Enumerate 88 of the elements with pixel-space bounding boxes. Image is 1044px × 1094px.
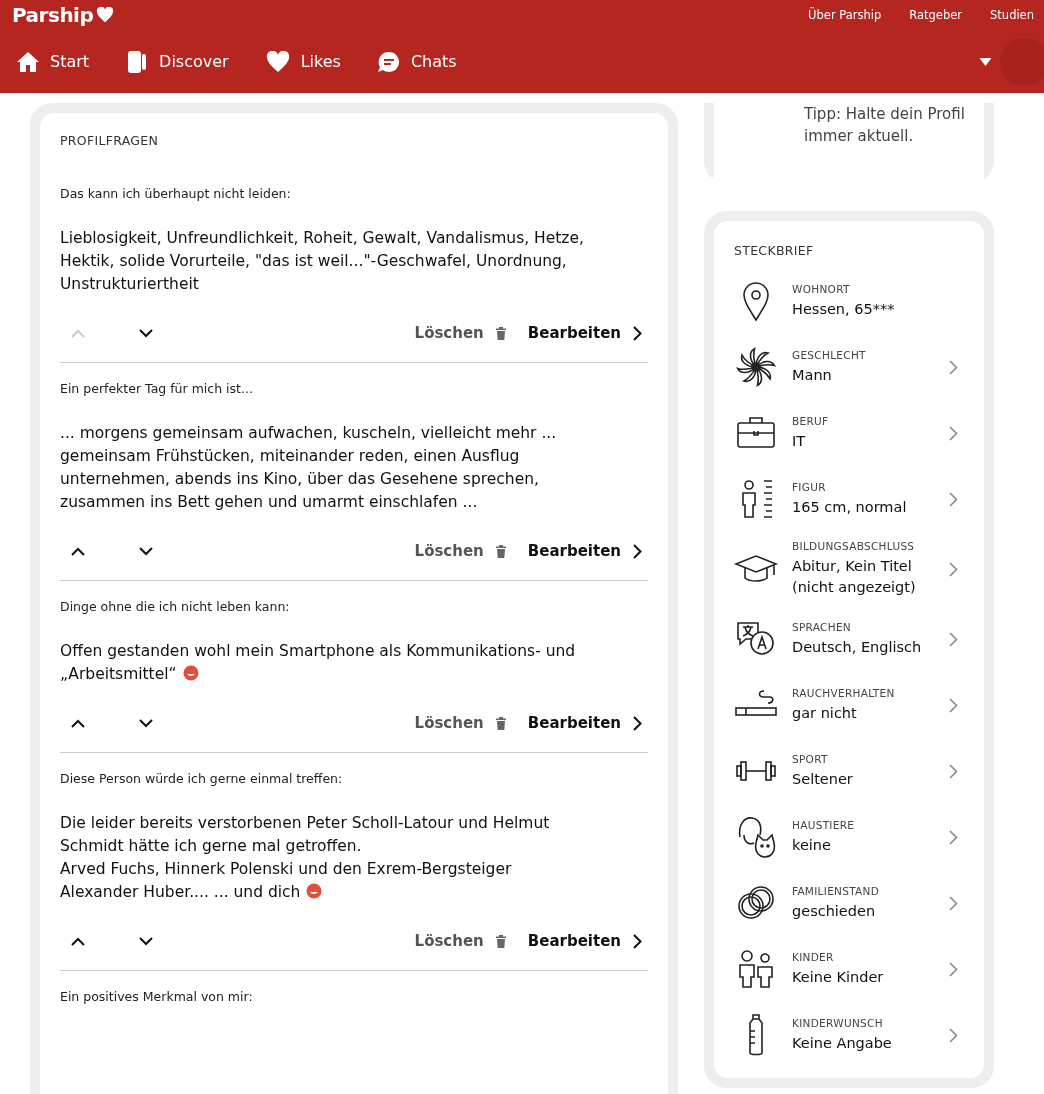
smiley-icon xyxy=(182,665,199,681)
edit-button[interactable]: Bearbeiten xyxy=(527,932,648,950)
edit-button[interactable]: Bearbeiten xyxy=(527,714,648,732)
fact-label: SPORT xyxy=(792,752,829,765)
home-icon xyxy=(16,49,40,74)
logo[interactable]: Parship xyxy=(12,3,94,27)
profile-fact-row[interactable]: SPRACHEN Deutsch, Englisch xyxy=(734,606,970,672)
profile-fact-row[interactable]: WOHNORT Hessen, 65*** xyxy=(734,268,970,334)
fact-value: Mann xyxy=(792,365,833,385)
delete-button[interactable]: Löschen xyxy=(414,324,506,342)
fact-value: Hessen, 65*** xyxy=(792,299,896,319)
fact-value: Abitur, Kein Titel (nicht angezeigt) xyxy=(792,557,917,597)
fact-value: Deutsch, Englisch xyxy=(792,637,923,657)
edit-button[interactable]: Bearbeiten xyxy=(527,324,648,342)
fact-label: HAUSTIERE xyxy=(792,818,856,831)
profile-fact-row[interactable]: SPORT Seltener xyxy=(734,738,970,804)
nav-item[interactable]: Start xyxy=(16,49,90,74)
fact-value: keine xyxy=(792,835,832,855)
fact-value: Seltener xyxy=(792,769,854,789)
fact-value: Keine Kinder xyxy=(792,967,885,987)
chevron-up-icon xyxy=(71,936,85,946)
section-title: STECKBRIEF xyxy=(734,243,815,258)
profile-fact-row[interactable]: KINDER Keine Kinder xyxy=(734,936,970,1002)
chevron-down-icon xyxy=(139,936,153,946)
question-label: Diese Person würde ich gerne einmal treffen: xyxy=(60,771,344,786)
fact-value: IT xyxy=(792,431,807,451)
fact-value: 165 cm, normal xyxy=(792,497,908,517)
fact-label: FIGUR xyxy=(792,480,827,493)
section-title: PROFILFRAGEN xyxy=(60,133,160,148)
smiley-icon xyxy=(306,883,323,899)
profile-fact-row[interactable]: FIGUR 165 cm, normal xyxy=(734,466,970,532)
delete-button[interactable]: Löschen xyxy=(414,932,506,950)
answer-text: Offen gestanden wohl mein Smartphone als Kommunikations- und „Arbeitsmittel“ xyxy=(60,641,577,685)
fact-value: gar nicht xyxy=(792,703,858,723)
profile-fact-row[interactable]: RAUCHVERHALTEN gar nicht xyxy=(734,672,970,738)
chat-icon xyxy=(376,49,401,74)
delete-button[interactable]: Löschen xyxy=(414,714,506,732)
nav-item[interactable]: Chats xyxy=(376,49,457,74)
profile-fact-row[interactable]: KINDERWUNSCH Keine Angabe xyxy=(734,1002,970,1068)
profile-fact-row[interactable]: BILDUNGSABSCHLUSS Abitur, Kein Titel (nicht angezeigt) xyxy=(734,532,970,606)
heart-icon xyxy=(264,50,291,73)
fact-value: geschieden xyxy=(792,901,877,921)
fact-label: FAMILIENSTAND xyxy=(792,884,881,897)
chevron-up-icon xyxy=(71,328,85,338)
delete-button[interactable]: Löschen xyxy=(414,542,506,560)
question-label: Ein perfekter Tag für mich ist... xyxy=(60,381,254,396)
fact-label: WOHNORT xyxy=(792,282,851,295)
profile-fact-row[interactable]: BERUF IT xyxy=(734,400,970,466)
tip-text: Tipp: Halte dein Profil immer aktuell. xyxy=(804,104,966,147)
trash-icon xyxy=(495,326,506,340)
answer-text: Die leider bereits verstorbenen Peter Scholl-Latour und Helmut Schmidt hätte ich gerne mal getroffen. Arved Fuchs, Hinnerk Polenski und den Exrem-Bergsteiger Alexander Huber.... ... und dich xyxy=(60,813,551,903)
chevron-down-icon xyxy=(139,718,153,728)
nav-item[interactable]: Likes xyxy=(264,50,341,73)
fact-value: Keine Angabe xyxy=(792,1033,893,1053)
trash-icon xyxy=(495,544,506,558)
question-label: Ein positives Merkmal von mir: xyxy=(60,989,254,1004)
heart-icon xyxy=(96,7,115,23)
header-link[interactable]: Über Parship xyxy=(808,8,882,22)
chevron-right-icon xyxy=(633,325,642,341)
profile-fact-row[interactable]: HAUSTIERE keine xyxy=(734,804,970,870)
chevron-down-icon xyxy=(139,328,153,338)
fact-label: RAUCHVERHALTEN xyxy=(792,686,896,699)
fact-label: SPRACHEN xyxy=(792,620,852,633)
nav-item[interactable]: Discover xyxy=(125,49,229,74)
gender-icon xyxy=(734,345,778,389)
trash-icon xyxy=(495,716,506,730)
trash-icon xyxy=(495,934,506,948)
fact-label: BERUF xyxy=(792,414,830,427)
answer-text: ... morgens gemeinsam aufwachen, kuscheln, vielleicht mehr ... gemeinsam Frühstücken, miteinander reden, einen Ausflug unternehmen, abends ins Kino, über das Gesehene sprechen, zusammen ins Bett gehen und umarmt einschlafen ... xyxy=(60,423,558,513)
profile-fact-row[interactable]: FAMILIENSTAND geschieden xyxy=(734,870,970,936)
header-link[interactable]: Ratgeber xyxy=(909,8,963,22)
chevron-right-icon xyxy=(633,543,642,559)
chevron-right-icon xyxy=(633,933,642,949)
question-label: Das kann ich überhaupt nicht leiden: xyxy=(60,186,292,201)
question-label: Dinge ohne die ich nicht leben kann: xyxy=(60,599,291,614)
fact-label: KINDER xyxy=(792,950,835,963)
header-link[interactable]: Studien xyxy=(990,8,1034,22)
chevron-right-icon xyxy=(633,715,642,731)
fact-label: BILDUNGSABSCHLUSS xyxy=(792,540,916,552)
chevron-down-icon xyxy=(139,546,153,556)
answer-text: Lieblosigkeit, Unfreundlichkeit, Roheit, Gewalt, Vandalismus, Hetze, Hektik, solide Vorurteile, "das ist weil..."-Geschwafel, Unordnung, Unstrukturiertheit xyxy=(60,228,585,295)
profile-fact-row[interactable]: GESCHLECHT Mann xyxy=(734,334,970,400)
edit-button[interactable]: Bearbeiten xyxy=(527,542,648,560)
caret-icon[interactable] xyxy=(979,57,992,66)
fact-label: GESCHLECHT xyxy=(792,348,867,361)
chevron-up-icon xyxy=(71,546,85,556)
fact-label: KINDERWUNSCH xyxy=(792,1016,884,1029)
chevron-up-icon xyxy=(71,718,85,728)
